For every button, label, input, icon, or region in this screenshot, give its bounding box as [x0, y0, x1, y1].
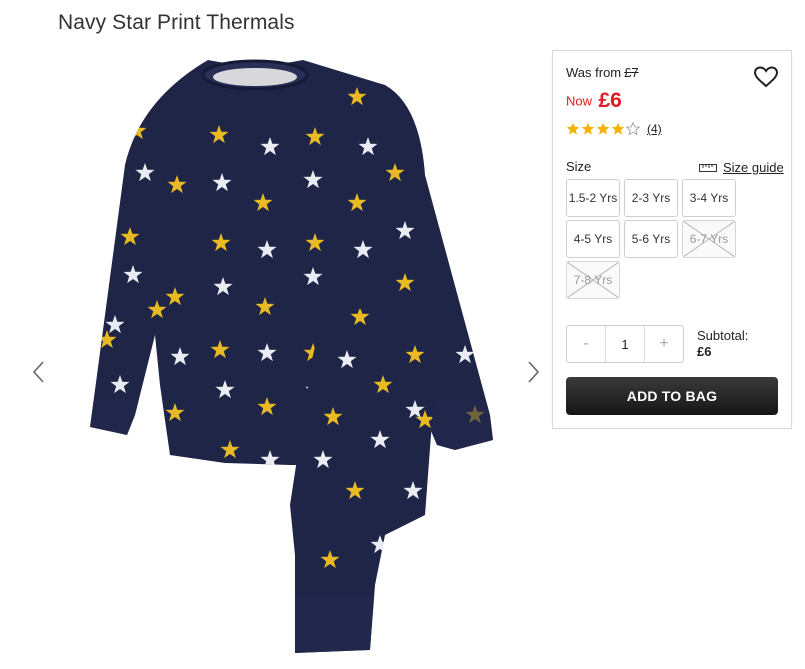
was-label: Was from — [566, 65, 622, 80]
quantity-decrease-button[interactable]: - — [567, 326, 605, 362]
size-option-label: 4-5 Yrs — [573, 232, 613, 246]
size-option-label: 6-7 Yrs — [689, 232, 729, 246]
star-filled-icon — [611, 122, 625, 135]
star-filled-icon — [596, 122, 610, 135]
size-option[interactable]: 7-8 Yrs — [566, 261, 620, 299]
was-price-row: Was from £7 — [566, 65, 639, 80]
now-price: £6 — [598, 89, 622, 112]
chevron-left-icon[interactable] — [30, 358, 48, 386]
size-option[interactable]: 1.5-2 Yrs — [566, 179, 620, 217]
size-option-label: 7-8 Yrs — [573, 273, 613, 287]
quantity-value[interactable]: 1 — [605, 326, 645, 362]
quantity-stepper: - 1 + — [566, 325, 684, 363]
size-label: Size — [566, 159, 592, 174]
was-price: £7 — [624, 65, 639, 80]
rating-stars — [566, 122, 641, 136]
size-option[interactable]: 5-6 Yrs — [624, 220, 678, 258]
size-option-label: 1.5-2 Yrs — [568, 191, 618, 205]
subtotal-value: £6 — [697, 344, 712, 359]
quantity-increase-button[interactable]: + — [645, 326, 683, 362]
size-option[interactable]: 6-7 Yrs — [682, 220, 736, 258]
now-label: Now — [566, 93, 593, 109]
rating: (4) — [566, 122, 662, 136]
star-filled-icon — [581, 122, 595, 135]
star-filled-icon — [566, 122, 580, 135]
purchase-panel: Was from £7 Now £6 (4) Size Size guide 1.… — [552, 50, 792, 429]
subtotal: Subtotal: £6 — [697, 328, 748, 360]
thermal-top — [90, 60, 493, 465]
heart-icon[interactable] — [753, 65, 779, 89]
size-option[interactable]: 4-5 Yrs — [566, 220, 620, 258]
size-option-label: 3-4 Yrs — [689, 191, 729, 205]
star-empty-icon — [626, 122, 640, 136]
size-option-label: 2-3 Yrs — [631, 191, 671, 205]
review-count-link[interactable]: (4) — [647, 122, 662, 136]
add-to-bag-button[interactable]: ADD TO BAG — [566, 377, 778, 415]
size-option[interactable]: 3-4 Yrs — [682, 179, 736, 217]
now-price-row: Now £6 — [566, 89, 622, 113]
size-option-label: 5-6 Yrs — [631, 232, 671, 246]
size-guide-link[interactable]: Size guide — [699, 160, 784, 175]
size-guide-label: Size guide — [723, 160, 784, 175]
product-image — [90, 59, 493, 653]
ruler-icon — [699, 163, 717, 172]
chevron-right-icon[interactable] — [524, 358, 542, 386]
product-title: Navy Star Print Thermals — [58, 11, 295, 34]
subtotal-label: Subtotal: — [697, 328, 749, 343]
size-option[interactable]: 2-3 Yrs — [624, 179, 678, 217]
